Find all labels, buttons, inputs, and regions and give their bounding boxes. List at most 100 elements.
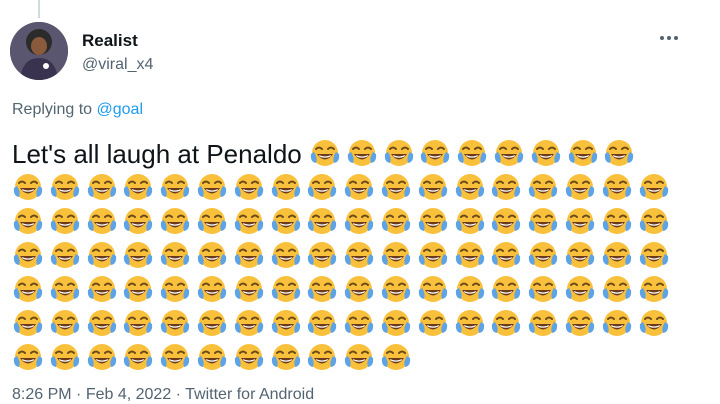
tears-of-joy-emoji [234,344,263,371]
tears-of-joy-emoji [421,140,450,167]
tears-of-joy-emoji [161,208,190,235]
tears-of-joy-emoji [13,242,43,269]
tears-of-joy-emoji [531,140,560,167]
tears-of-joy-emoji [124,310,153,337]
more-options-icon[interactable] [654,28,684,48]
tears-of-joy-emoji [492,208,521,235]
tears-of-joy-emoji [602,276,631,303]
emoji-row [12,203,702,237]
author-handle[interactable]: @viral_x4 [82,56,153,74]
tears-of-joy-emoji [50,174,79,201]
tears-of-joy-emoji [529,310,558,337]
tears-of-joy-emoji [384,140,413,167]
tears-of-joy-emoji [87,310,116,337]
avatar[interactable] [10,22,68,80]
tears-of-joy-emoji [381,242,411,269]
tears-of-joy-emoji [271,174,300,201]
tears-of-joy-emoji [271,310,300,337]
author-display-name[interactable]: Realist [82,31,138,51]
tears-of-joy-emoji [197,310,227,337]
tears-of-joy-emoji [492,276,521,303]
tears-of-joy-emoji [381,310,411,337]
tweet-text-content: Let's all laugh at Penaldo [12,139,309,170]
tears-of-joy-emoji [345,276,374,303]
emoji-row [12,271,702,305]
tears-of-joy-emoji [87,276,116,303]
tears-of-joy-emoji [639,208,668,235]
tears-of-joy-emoji [639,276,668,303]
tears-of-joy-emoji [197,174,227,201]
tweet-source[interactable]: Twitter for Android [185,386,314,403]
tears-of-joy-emoji [565,310,595,337]
tears-of-joy-emoji [418,208,447,235]
tears-of-joy-emoji [50,208,79,235]
tears-of-joy-emoji [124,174,153,201]
tears-of-joy-emoji [565,242,595,269]
tears-of-joy-emoji [124,208,153,235]
tears-of-joy-emoji [308,208,337,235]
emoji-row [12,305,702,339]
reply-mention-link[interactable]: @goal [97,101,144,118]
tears-of-joy-emoji [161,242,190,269]
tears-of-joy-emoji [50,310,79,337]
tears-of-joy-emoji [492,242,521,269]
tears-of-joy-emoji [345,242,374,269]
tears-of-joy-emoji [161,344,190,371]
tears-of-joy-emoji [197,242,227,269]
tears-of-joy-emoji [347,140,376,167]
tears-of-joy-emoji [345,174,374,201]
tears-of-joy-emoji [381,276,411,303]
tears-of-joy-emoji [87,242,116,269]
tears-of-joy-emoji [529,208,558,235]
tears-of-joy-emoji [455,242,484,269]
tears-of-joy-emoji [197,344,227,371]
tears-of-joy-emoji [568,140,597,167]
tweet-meta: 8:26 PM · Feb 4, 2022 · Twitter for Andr… [12,386,314,404]
tears-of-joy-emoji [418,242,447,269]
tears-of-joy-emoji [197,208,227,235]
tears-of-joy-emoji [124,242,153,269]
tears-of-joy-emoji [234,174,263,201]
tears-of-joy-emoji [345,344,374,371]
tears-of-joy-emoji [87,344,116,371]
tears-of-joy-emoji [455,310,484,337]
emoji-row [12,169,702,203]
tears-of-joy-emoji [381,174,411,201]
tears-of-joy-emoji [639,310,668,337]
tears-of-joy-emoji [308,174,337,201]
meta-separator: · [171,386,186,403]
tears-of-joy-emoji [50,242,79,269]
tears-of-joy-emoji [234,242,263,269]
tears-of-joy-emoji [308,344,337,371]
tears-of-joy-emoji [381,208,411,235]
tears-of-joy-emoji [529,242,558,269]
tears-of-joy-emoji [271,242,300,269]
tears-of-joy-emoji [602,310,631,337]
tears-of-joy-emoji [565,276,595,303]
tears-of-joy-emoji [455,208,484,235]
tears-of-joy-emoji [13,344,43,371]
tears-of-joy-emoji [605,140,634,167]
tears-of-joy-emoji [50,276,79,303]
tears-of-joy-emoji [529,174,558,201]
tears-of-joy-emoji [271,276,300,303]
tears-of-joy-emoji [308,276,337,303]
tears-of-joy-emoji [529,276,558,303]
tears-of-joy-emoji [13,208,43,235]
tears-of-joy-emoji [124,276,153,303]
tears-of-joy-emoji [310,140,340,167]
tears-of-joy-emoji [565,208,595,235]
tears-of-joy-emoji [494,140,524,167]
tears-of-joy-emoji [455,174,484,201]
tears-of-joy-emoji [87,174,116,201]
tears-of-joy-emoji [345,310,374,337]
tweet-date[interactable]: Feb 4, 2022 [86,386,171,403]
tears-of-joy-emoji [381,344,411,371]
tears-of-joy-emoji [197,276,227,303]
tears-of-joy-emoji [50,344,79,371]
tweet-time[interactable]: 8:26 PM [12,386,72,403]
tears-of-joy-emoji [234,208,263,235]
emoji-row [12,237,702,271]
tears-of-joy-emoji [639,242,668,269]
tweet-text: Let's all laugh at Penaldo [12,135,702,373]
